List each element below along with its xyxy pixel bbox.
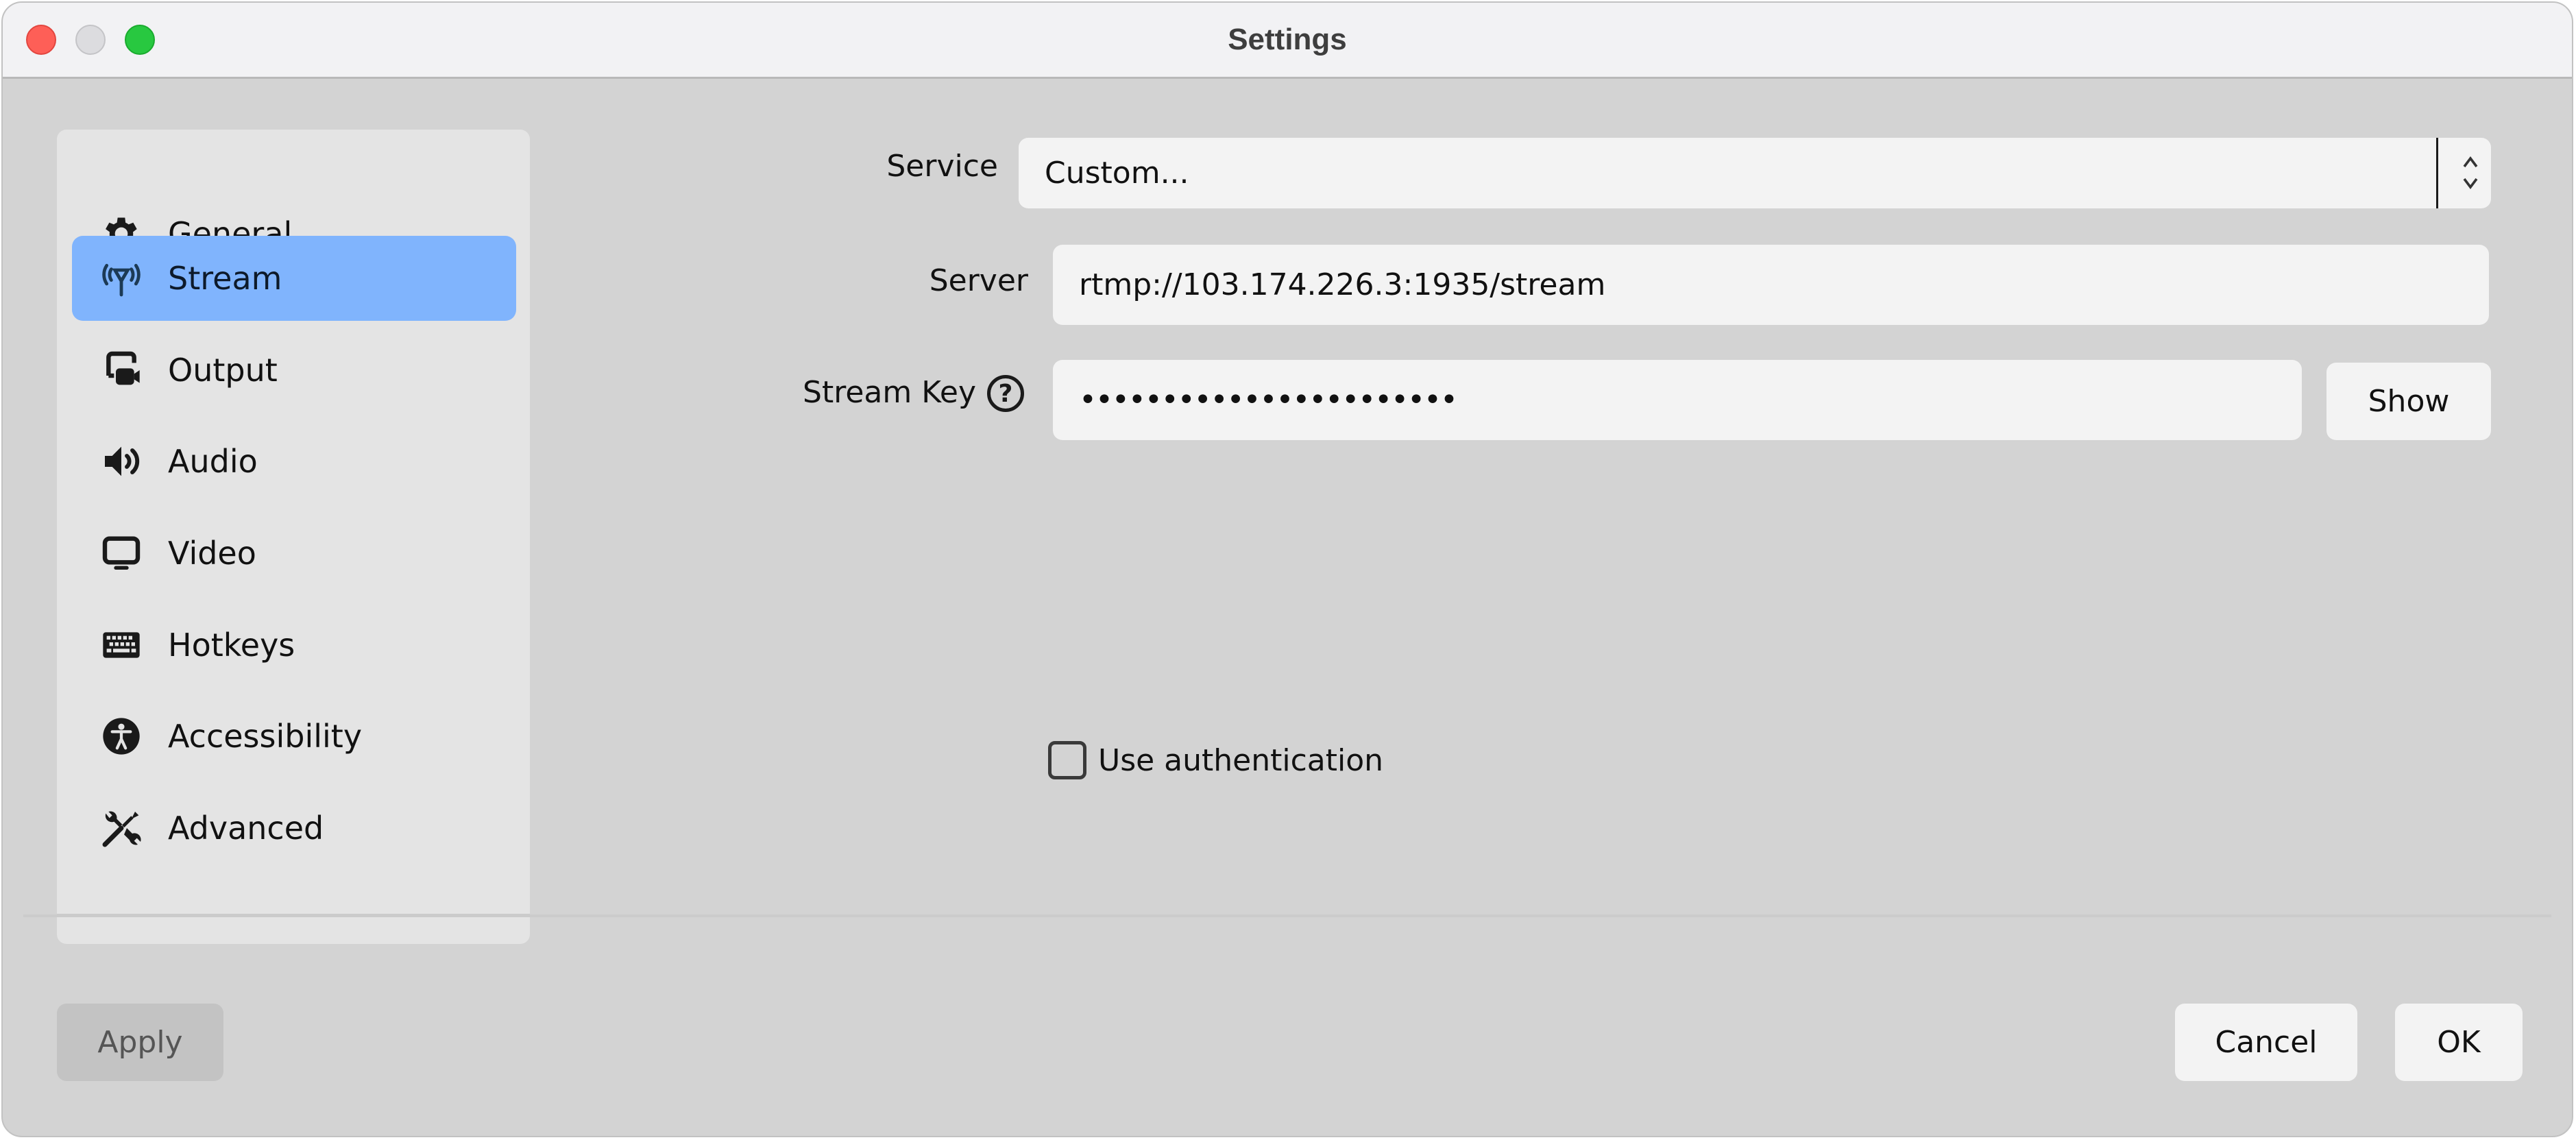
tools-icon [99, 806, 143, 850]
title-bar: Settings [3, 3, 2572, 79]
service-select-value: Custom... [1045, 156, 1189, 191]
service-label: Service [886, 149, 998, 184]
window-title: Settings [1228, 23, 1347, 56]
keyboard-icon [99, 623, 143, 667]
sidebar-item-label: Hotkeys [168, 627, 295, 664]
output-camera-icon [99, 348, 143, 392]
sidebar-item-accessibility[interactable]: Accessibility [72, 694, 516, 779]
sidebar-item-label: Video [168, 535, 256, 572]
footer-divider [23, 914, 2551, 917]
sidebar-item-output[interactable]: Output [72, 328, 516, 413]
server-input[interactable]: rtmp://103.174.226.3:1935/stream [1053, 245, 2489, 325]
use-authentication-checkbox[interactable] [1048, 741, 1086, 779]
use-authentication-label[interactable]: Use authentication [1098, 743, 1383, 778]
select-divider [2436, 138, 2438, 208]
speaker-icon [99, 439, 143, 483]
ok-button[interactable]: OK [2395, 1004, 2523, 1081]
sidebar-item-label: Stream [168, 260, 282, 297]
accessibility-icon [99, 714, 143, 758]
cancel-button[interactable]: Cancel [2175, 1004, 2357, 1081]
sidebar-item-video[interactable]: Video [72, 511, 516, 596]
stream-key-input[interactable]: ••••••••••••••••••••••• [1053, 360, 2302, 440]
apply-button[interactable]: Apply [57, 1004, 223, 1081]
sidebar-item-label: Accessibility [168, 718, 363, 755]
antenna-icon [99, 256, 143, 300]
sidebar-item-stream[interactable]: Stream [72, 236, 516, 321]
help-icon[interactable]: ? [987, 375, 1024, 412]
sidebar-item-label: Advanced [168, 810, 324, 847]
sidebar-item-hotkeys[interactable]: Hotkeys [72, 603, 516, 688]
sidebar-item-audio[interactable]: Audio [72, 419, 516, 504]
sidebar-item-label: Audio [168, 443, 258, 480]
stream-key-label: Stream Key [803, 375, 976, 410]
show-stream-key-button[interactable]: Show [2326, 363, 2491, 440]
sidebar-item-label: Output [168, 352, 278, 389]
server-label: Server [929, 263, 1028, 298]
settings-sidebar: General Stream Output Audio Video Hotkey… [57, 130, 530, 944]
service-select[interactable]: Custom... [1019, 138, 2491, 208]
server-input-value: rtmp://103.174.226.3:1935/stream [1079, 267, 1606, 302]
sidebar-item-advanced[interactable]: Advanced [72, 786, 516, 871]
chevron-up-down-icon[interactable] [2450, 150, 2491, 195]
stream-key-input-value: ••••••••••••••••••••••• [1079, 383, 1458, 417]
settings-window: Settings General Stream Output Audio Vid… [1, 1, 2573, 1137]
monitor-icon [99, 531, 143, 575]
